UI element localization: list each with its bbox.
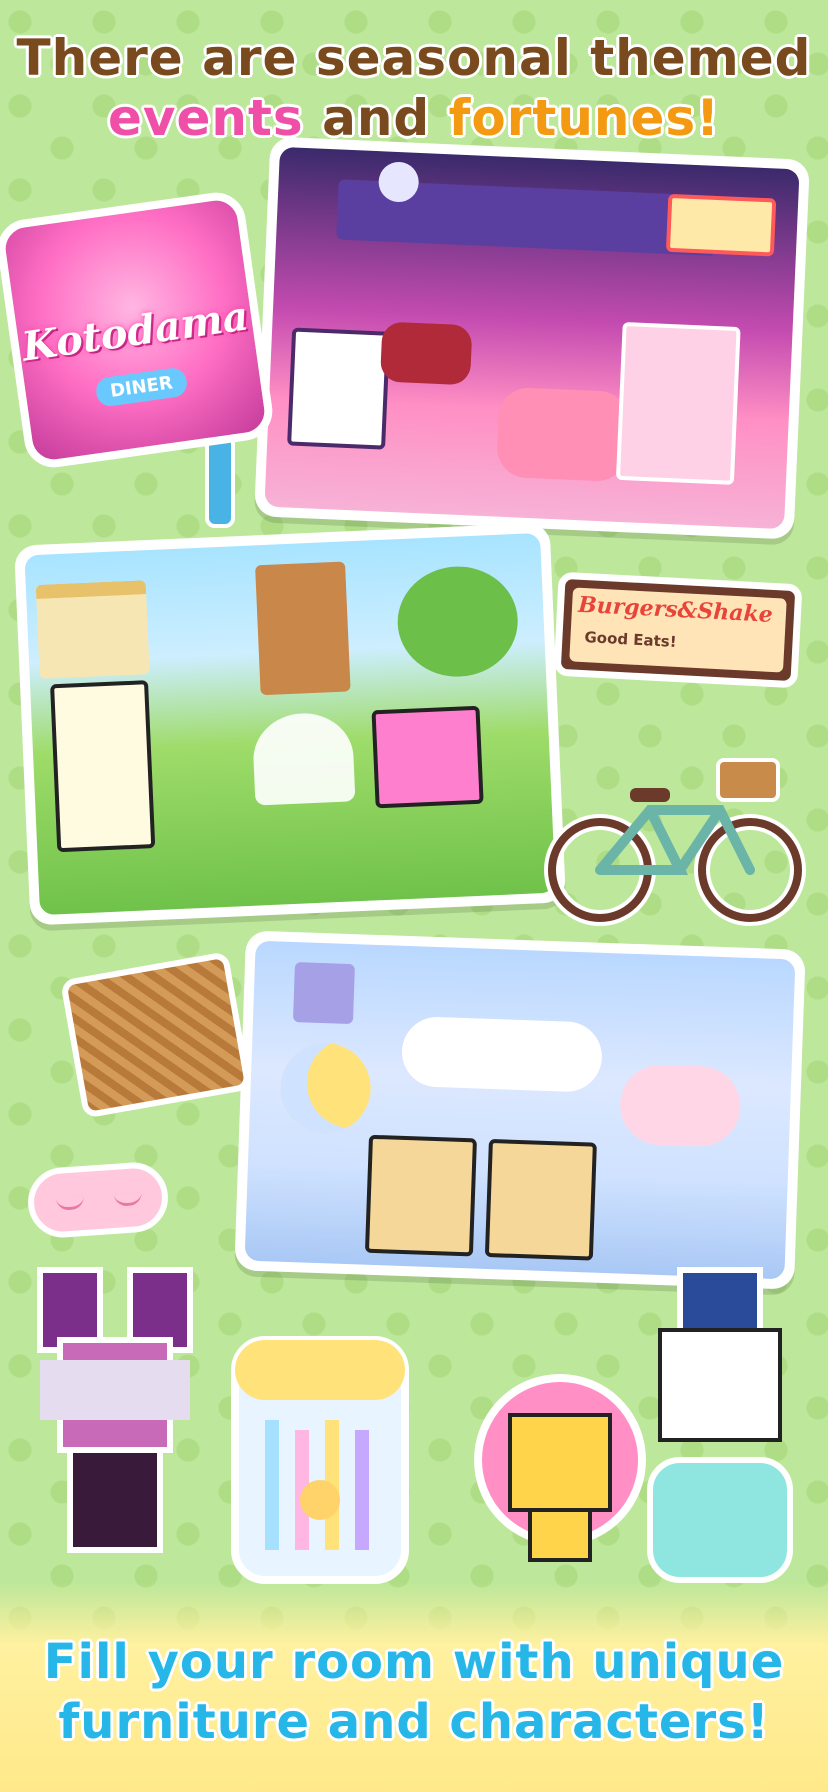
headline-line2: events and fortunes! <box>0 88 828 148</box>
mask-eye-left <box>55 1195 85 1211</box>
diner-neon-sign: Kotodama DINER <box>0 188 277 472</box>
fountain-icon <box>251 711 356 806</box>
ghost-character <box>287 327 391 450</box>
toast-character-left <box>364 1134 477 1257</box>
blue-hat-character <box>647 1267 793 1583</box>
garden-scene-card <box>13 522 567 926</box>
toast-character-right <box>484 1138 597 1261</box>
rabbit-gardener-character <box>50 680 156 853</box>
headline: There are seasonal themed events and for… <box>0 28 828 148</box>
garden-scene-image <box>24 532 556 916</box>
mask-eye-right <box>113 1191 143 1207</box>
cuckoo-clock-icon <box>292 962 355 1025</box>
dreamland-scene-card <box>234 930 806 1290</box>
pink-cat-character <box>371 705 484 809</box>
diner-scene-card <box>253 136 811 540</box>
cloud-bed <box>400 1015 604 1093</box>
burger-shake-sign: Burgers&Shake Good Eats! <box>553 571 803 689</box>
basket-body <box>60 951 252 1119</box>
picnic-basket-icon <box>45 920 265 1140</box>
diner-sign-title: Kotodama <box>19 292 252 371</box>
crescent-moon-icon <box>279 1041 373 1135</box>
diner-scene-image <box>264 146 800 530</box>
windmill-icon <box>255 561 351 696</box>
sleeping-sheep <box>618 1063 742 1148</box>
headline-events: events <box>107 89 304 147</box>
bicycle-icon <box>544 758 806 926</box>
headline-line1: There are seasonal themed <box>16 29 812 87</box>
pink-car-icon <box>495 386 630 483</box>
rainbow-jar-icon <box>231 1336 409 1584</box>
purple-bunny-character <box>37 1267 193 1553</box>
dreamland-scene-image <box>244 940 796 1280</box>
flower-stall <box>35 580 150 679</box>
headline-fortunes: fortunes! <box>448 89 720 147</box>
flower-arch <box>395 564 521 680</box>
headline-and: and <box>322 89 431 147</box>
footer-line2: furniture and characters! <box>58 1694 770 1750</box>
burger-neon-sign <box>665 193 777 257</box>
footer-line1: Fill your room with unique <box>43 1634 785 1690</box>
diner-sign-sub: DINER <box>94 366 189 408</box>
donut-lion-character <box>474 1374 646 1562</box>
girl-character <box>615 321 741 485</box>
sleep-mask-icon <box>25 1160 171 1240</box>
footer-text: Fill your room with unique furniture and… <box>0 1632 828 1752</box>
motorcycle-icon <box>379 321 473 386</box>
